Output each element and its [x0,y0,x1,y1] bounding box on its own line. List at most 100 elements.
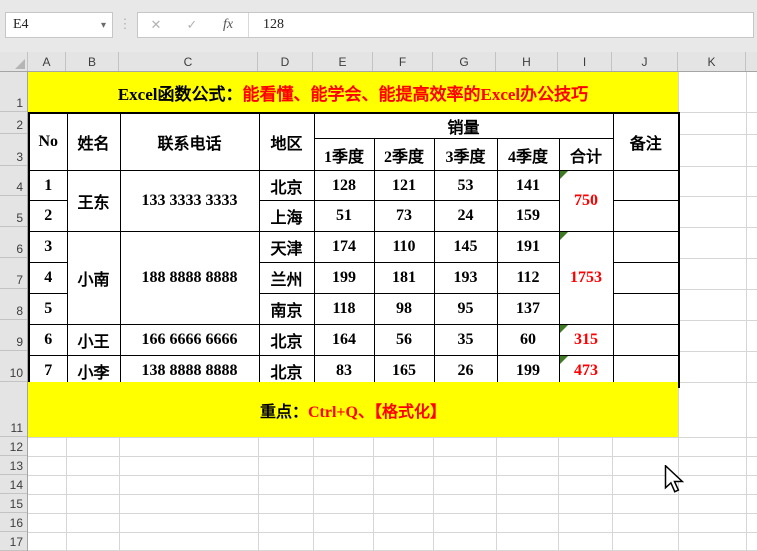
header-cell-region[interactable]: 地区 [259,113,314,171]
cell-q4[interactable]: 112 [497,263,559,294]
col-header-H[interactable]: H [496,52,558,71]
name-box[interactable]: E4 ▾ [5,12,113,38]
row-header-8[interactable]: 8 [0,289,27,320]
formula-bar[interactable]: ✕ ✓ fx 128 [137,12,754,38]
cell-q2[interactable]: 98 [374,294,434,325]
row-header-7[interactable]: 7 [0,258,27,289]
cell-no[interactable]: 3 [29,232,67,263]
cell-no[interactable]: 1 [29,171,67,201]
header-cell-q2[interactable]: 2季度 [374,139,434,171]
header-cell-total[interactable]: 合计 [559,139,613,171]
cell-q1[interactable]: 164 [314,325,374,356]
row-header-3[interactable]: 3 [0,134,27,166]
col-header-D[interactable]: D [258,52,313,71]
col-header-A[interactable]: A [28,52,66,71]
cell-region[interactable]: 北京 [259,171,314,201]
cell-q1[interactable]: 174 [314,232,374,263]
row-header-2[interactable]: 2 [0,112,27,134]
cell-phone[interactable]: 133 3333 3333 [120,171,259,232]
cell-q4[interactable]: 60 [497,325,559,356]
row-header-12[interactable]: 12 [0,437,27,456]
header-cell-phone[interactable]: 联系电话 [120,113,259,171]
footer-banner-cell[interactable]: 重点：Ctrl+Q、【格式化】 [28,382,678,437]
title-banner-cell[interactable]: Excel函数公式：能看懂、能学会、能提高效率的Excel办公技巧 [28,72,678,112]
cell-q1[interactable]: 51 [314,201,374,232]
header-cell-q3[interactable]: 3季度 [434,139,497,171]
cell-note[interactable] [613,171,679,201]
row-header-5[interactable]: 5 [0,196,27,227]
cell-q3[interactable]: 95 [434,294,497,325]
enter-icon[interactable]: ✓ [174,17,210,33]
cell-note[interactable] [613,263,679,294]
row-header-1[interactable]: 1 [0,72,27,112]
col-header-G[interactable]: G [433,52,496,71]
cell-total[interactable]: 1753 [559,232,613,325]
cell-q4[interactable]: 191 [497,232,559,263]
cell-phone[interactable]: 188 8888 8888 [120,232,259,325]
insert-function-icon[interactable]: fx [210,17,246,33]
select-all-corner[interactable] [0,52,28,71]
cell-q4[interactable]: 159 [497,201,559,232]
header-cell-name[interactable]: 姓名 [67,113,120,171]
header-cell-note[interactable]: 备注 [613,113,679,171]
row-header-9[interactable]: 9 [0,320,27,351]
cell-total[interactable]: 750 [559,171,613,232]
cell-total[interactable]: 315 [559,325,613,356]
cell-no[interactable]: 4 [29,263,67,294]
cell-q2[interactable]: 56 [374,325,434,356]
cell-region[interactable]: 北京 [259,325,314,356]
cell-phone[interactable]: 166 6666 6666 [120,325,259,356]
cell-q2[interactable]: 181 [374,263,434,294]
row-header-17[interactable]: 17 [0,532,27,551]
col-header-J[interactable]: J [612,52,678,71]
cell-q2[interactable]: 73 [374,201,434,232]
cell-q4[interactable]: 137 [497,294,559,325]
cell-q3[interactable]: 53 [434,171,497,201]
cell-note[interactable] [613,325,679,356]
row-header-6[interactable]: 6 [0,227,27,258]
header-cell-q4[interactable]: 4季度 [497,139,559,171]
row-header-14[interactable]: 14 [0,475,27,494]
cell-q3[interactable]: 35 [434,325,497,356]
cell-q1[interactable]: 128 [314,171,374,201]
col-header-C[interactable]: C [119,52,258,71]
col-header-K[interactable]: K [678,52,746,71]
row-header-13[interactable]: 13 [0,456,27,475]
cell-name[interactable]: 小南 [67,232,120,325]
cell-q1[interactable]: 199 [314,263,374,294]
cell-q3[interactable]: 193 [434,263,497,294]
cell-q4[interactable]: 141 [497,171,559,201]
cell-note[interactable] [613,201,679,232]
cell-q2[interactable]: 110 [374,232,434,263]
cell-region[interactable]: 天津 [259,232,314,263]
cell-q1[interactable]: 118 [314,294,374,325]
cell-name[interactable]: 小王 [67,325,120,356]
header-cell-no[interactable]: No [29,113,67,171]
cell-no[interactable]: 6 [29,325,67,356]
formula-input[interactable]: 128 [249,17,284,33]
col-header-B[interactable]: B [66,52,119,71]
cell-note[interactable] [613,232,679,263]
row-header-15[interactable]: 15 [0,494,27,513]
cell-region[interactable]: 南京 [259,294,314,325]
cell-region[interactable]: 兰州 [259,263,314,294]
cell-q2[interactable]: 121 [374,171,434,201]
cell-name[interactable]: 王东 [67,171,120,232]
row-header-10[interactable]: 10 [0,351,27,382]
header-cell-sales[interactable]: 销量 [314,113,613,139]
col-header-E[interactable]: E [313,52,373,71]
cell-q3[interactable]: 145 [434,232,497,263]
namebox-dropdown-icon[interactable]: ▾ [101,20,112,31]
row-header-16[interactable]: 16 [0,513,27,532]
row-header-4[interactable]: 4 [0,166,27,196]
cell-no[interactable]: 2 [29,201,67,232]
cell-q3[interactable]: 24 [434,201,497,232]
col-header-F[interactable]: F [373,52,433,71]
row-header-11[interactable]: 11 [0,382,27,437]
col-header-I[interactable]: I [558,52,612,71]
cancel-icon[interactable]: ✕ [138,17,174,33]
header-cell-q1[interactable]: 1季度 [314,139,374,171]
cell-no[interactable]: 5 [29,294,67,325]
col-header-partial[interactable] [746,52,757,71]
cell-region[interactable]: 上海 [259,201,314,232]
